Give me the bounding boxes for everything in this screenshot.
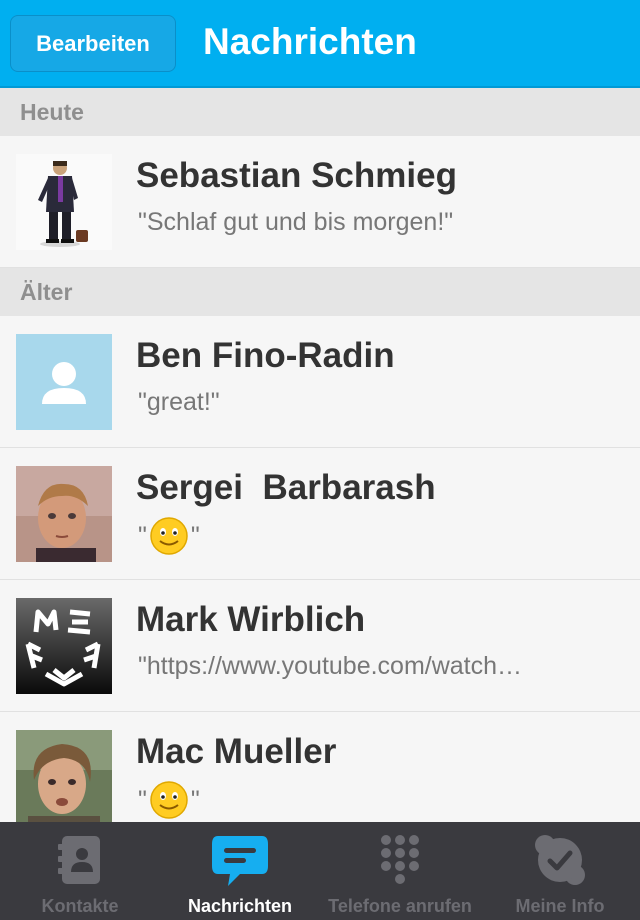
- avatar: [16, 730, 112, 826]
- message-preview: "Schlaf gut und bis morgen!": [138, 208, 454, 236]
- contact-name: Sergei Barbarash: [136, 468, 436, 507]
- contacts-icon: [50, 832, 110, 888]
- dialpad-icon: [370, 832, 430, 888]
- quote-close: ": [190, 785, 200, 814]
- edit-button[interactable]: Bearbeiten: [10, 15, 176, 72]
- conversation-row[interactable]: Sergei Barbarash " ": [0, 448, 640, 580]
- default-avatar-icon: [16, 334, 112, 430]
- contact-name: Mac Mueller: [136, 732, 337, 771]
- avatar: [16, 598, 112, 694]
- message-preview: "great!": [138, 388, 220, 416]
- navigation-bar: Bearbeiten Nachrichten: [0, 0, 640, 88]
- quote-close: ": [190, 521, 200, 550]
- section-header-today: Heute: [0, 88, 640, 136]
- quote-open: ": [138, 785, 147, 814]
- conversation-row[interactable]: Mark Wirblich "https://www.youtube.com/w…: [0, 580, 640, 712]
- section-header-older: Älter: [0, 268, 640, 316]
- contact-name: Sebastian Schmieg: [136, 156, 457, 195]
- conversation-row[interactable]: Sebastian Schmieg "Schlaf gut und bis mo…: [0, 136, 640, 268]
- tab-bar: Kontakte Nachrichten Telefone anrufen Me…: [0, 822, 640, 920]
- skype-check-icon: [530, 832, 590, 888]
- avatar: [16, 466, 112, 562]
- tab-nachrichten[interactable]: Nachrichten: [160, 822, 320, 920]
- tab-kontakte[interactable]: Kontakte: [0, 822, 160, 920]
- smiley-emoticon-icon: [149, 516, 189, 556]
- chat-bubble-icon: [210, 832, 270, 888]
- contact-name: Mark Wirblich: [136, 600, 366, 639]
- message-preview: " ": [138, 516, 598, 556]
- quote-open: ": [138, 521, 147, 550]
- tab-meine-info[interactable]: Meine Info: [480, 822, 640, 920]
- tab-label: Kontakte: [41, 896, 119, 916]
- tab-label: Telefone anrufen: [328, 896, 472, 916]
- conversation-row[interactable]: Ben Fino-Radin "great!": [0, 316, 640, 448]
- contact-name: Ben Fino-Radin: [136, 336, 395, 375]
- tab-telefone-anrufen[interactable]: Telefone anrufen: [320, 822, 480, 920]
- message-preview: " ": [138, 780, 598, 820]
- tab-label: Meine Info: [515, 896, 605, 916]
- smiley-emoticon-icon: [149, 780, 189, 820]
- message-preview: "https://www.youtube.com/watch…: [138, 652, 523, 680]
- avatar: [16, 154, 112, 250]
- tab-label: Nachrichten: [187, 896, 293, 916]
- page-title: Nachrichten: [203, 21, 417, 62]
